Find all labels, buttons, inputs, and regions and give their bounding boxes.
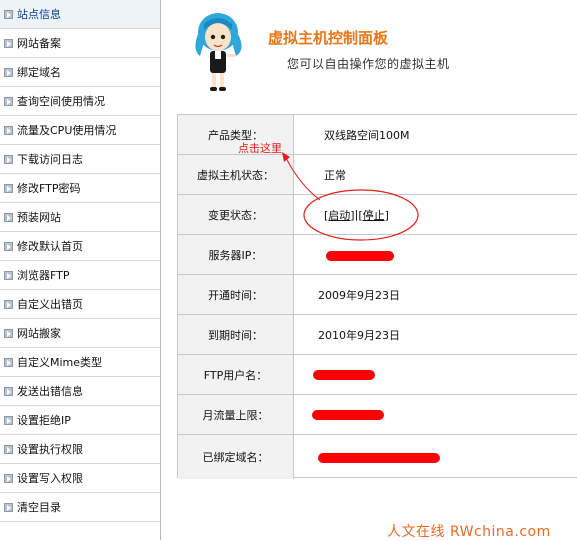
sidebar-item[interactable]: 绑定域名 (0, 58, 160, 87)
row-expire-time: 到期时间： 2010年9月23日 (178, 315, 577, 355)
change-status-label: 变更状态： (178, 195, 294, 234)
change-status-actions: [启动] | [停止] (324, 195, 389, 234)
sidebar-item-label: 站点信息 (17, 8, 61, 21)
sidebar-item[interactable]: 网站搬家 (0, 319, 160, 348)
sidebar-item-label: 设置执行权限 (17, 443, 83, 456)
bullet-arrow-icon (4, 386, 13, 396)
sidebar-item[interactable]: 下载访问日志 (0, 145, 160, 174)
sidebar-item-label: 查询空间使用情况 (17, 95, 105, 108)
sidebar-item-label: 绑定域名 (17, 66, 61, 79)
sidebar-item-label: 浏览器FTP (17, 269, 70, 282)
sidebar-item[interactable]: 修改FTP密码 (0, 174, 160, 203)
sidebar-item[interactable]: 流量及CPU使用情况 (0, 116, 160, 145)
expire-time-label: 到期时间： (178, 315, 294, 354)
sidebar-item-label: 网站搬家 (17, 327, 61, 340)
sidebar-item-label: 网站备案 (17, 37, 61, 50)
redacted-ftp-user (313, 370, 375, 380)
sidebar-item-label: 发送出错信息 (17, 385, 83, 398)
click-here-annotation: 点击这里 (238, 142, 282, 155)
bullet-arrow-icon (4, 299, 13, 309)
sidebar-item-label: 自定义出错页 (17, 298, 83, 311)
row-host-status: 虚拟主机状态： 正常 (178, 155, 577, 195)
host-status-label: 虚拟主机状态： (178, 155, 294, 194)
redacted-traffic-limit (312, 410, 384, 420)
sidebar-item[interactable]: 自定义Mime类型 (0, 348, 160, 377)
open-time-label: 开通时间： (178, 275, 294, 314)
bullet-arrow-icon (4, 9, 13, 19)
mascot-illustration (195, 13, 242, 91)
ftp-user-label: FTP用户名： (178, 355, 294, 394)
bullet-arrow-icon (4, 125, 13, 135)
sidebar-item-label: 设置写入权限 (17, 472, 83, 485)
sidebar-item[interactable]: 清空目录 (0, 493, 160, 522)
sidebar-item[interactable]: 网站备案 (0, 29, 160, 58)
bound-domain-label: 已绑定域名： (178, 435, 294, 479)
bullet-arrow-icon (4, 212, 13, 222)
bullet-arrow-icon (4, 67, 13, 77)
bullet-arrow-icon (4, 154, 13, 164)
row-open-time: 开通时间： 2009年9月23日 (178, 275, 577, 315)
bullet-arrow-icon (4, 444, 13, 454)
sidebar-item-label: 设置拒绝IP (17, 414, 71, 427)
sidebar-item-label: 下载访问日志 (17, 153, 83, 166)
row-bound-domain: 已绑定域名： (178, 435, 577, 479)
bullet-arrow-icon (4, 38, 13, 48)
start-link[interactable]: [启动] (324, 207, 355, 223)
bullet-arrow-icon (4, 96, 13, 106)
sidebar-item[interactable]: 发送出错信息 (0, 377, 160, 406)
sidebar-item-label: 修改默认首页 (17, 240, 83, 253)
row-server-ip: 服务器IP： (178, 235, 577, 275)
host-info-table: 产品类型： 双线路空间100M 虚拟主机状态： 正常 变更状态： [启动] | … (177, 114, 577, 479)
bullet-arrow-icon (4, 473, 13, 483)
bullet-arrow-icon (4, 415, 13, 425)
row-traffic-limit: 月流量上限： (178, 395, 577, 435)
bullet-arrow-icon (4, 357, 13, 367)
sidebar-item[interactable]: 修改默认首页 (0, 232, 160, 261)
bullet-arrow-icon (4, 328, 13, 338)
sidebar-item[interactable]: 设置执行权限 (0, 435, 160, 464)
page-subtitle: 您可以自由操作您的虚拟主机 (287, 57, 450, 71)
sidebar-menu: 站点信息网站备案绑定域名查询空间使用情况 流量及CPU使用情况 下载访问日志 修改FT… (0, 0, 161, 540)
row-change-status: 变更状态： [启动] | [停止] (178, 195, 577, 235)
product-type-value: 双线路空间100M (324, 128, 410, 142)
sidebar-item-label: 流量及CPU使用情况 (17, 124, 117, 137)
server-ip-label: 服务器IP： (178, 235, 294, 274)
page-title: 虚拟主机控制面板 (268, 29, 389, 47)
sidebar-item-label: 自定义Mime类型 (17, 356, 103, 369)
bullet-arrow-icon (4, 270, 13, 280)
sidebar-item[interactable]: 站点信息 (0, 0, 160, 29)
expire-time-value: 2010年9月23日 (318, 328, 400, 342)
bullet-arrow-icon (4, 241, 13, 251)
bullet-arrow-icon (4, 502, 13, 512)
sidebar-item[interactable]: 预装网站 (0, 203, 160, 232)
sidebar-item[interactable]: 浏览器FTP (0, 261, 160, 290)
site-watermark: 人文在线 RWchina.com (387, 524, 551, 540)
sidebar-item[interactable]: 设置拒绝IP (0, 406, 160, 435)
sidebar-item-label: 预装网站 (17, 211, 61, 224)
open-time-value: 2009年9月23日 (318, 288, 400, 302)
sidebar-item[interactable]: 自定义出错页 (0, 290, 160, 319)
stop-link[interactable]: [停止] (358, 207, 389, 223)
redacted-bound-domain (318, 453, 440, 463)
row-ftp-user: FTP用户名： (178, 355, 577, 395)
sidebar-item-label: 清空目录 (17, 501, 61, 514)
redacted-server-ip (326, 251, 394, 261)
sidebar-item[interactable]: 设置写入权限 (0, 464, 160, 493)
sidebar-item[interactable]: 查询空间使用情况 (0, 87, 160, 116)
host-status-value: 正常 (324, 168, 346, 182)
sidebar-item-label: 修改FTP密码 (17, 182, 81, 195)
bullet-arrow-icon (4, 183, 13, 193)
traffic-limit-label: 月流量上限： (178, 395, 294, 434)
